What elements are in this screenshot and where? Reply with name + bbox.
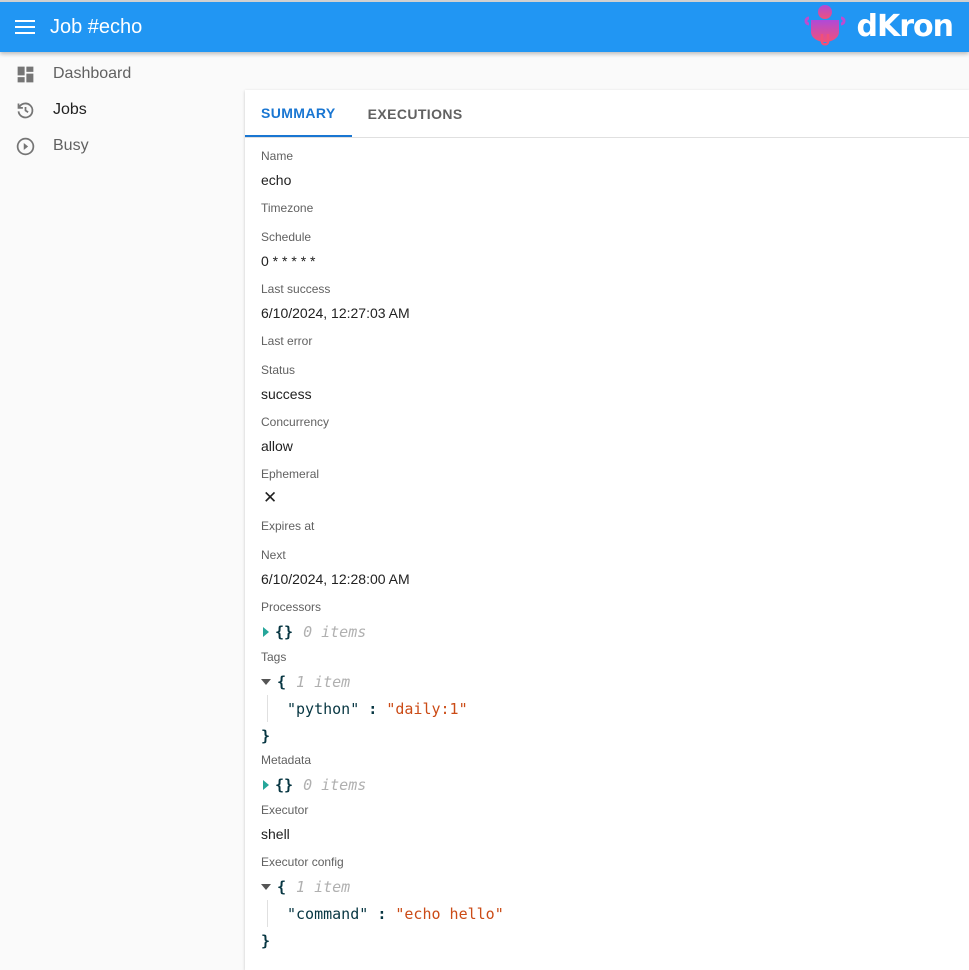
expand-icon[interactable] <box>263 626 269 637</box>
processors-json[interactable]: {} 0 items <box>261 618 953 645</box>
sidebar: Dashboard Jobs Busy <box>0 56 240 164</box>
sidebar-item-dashboard[interactable]: Dashboard <box>0 56 240 92</box>
summary-content: Name echo Timezone Schedule 0 * * * * * La… <box>245 138 969 954</box>
sidebar-item-label: Busy <box>53 137 89 154</box>
processors-label: Processors <box>261 600 322 614</box>
app-bar: Job #echo dKron <box>0 0 969 52</box>
status-value: success <box>261 386 312 402</box>
tab-bar: SUMMARY EXECUTIONS <box>245 90 969 138</box>
next-value: 6/10/2024, 12:28:00 AM <box>261 571 410 587</box>
executor-value: shell <box>261 826 290 842</box>
close-icon: ✕ <box>263 488 278 507</box>
timezone-label: Timezone <box>261 201 314 215</box>
last-success-label: Last success <box>261 282 331 296</box>
last-success-value: 6/10/2024, 12:27:03 AM <box>261 305 410 321</box>
tab-executions[interactable]: EXECUTIONS <box>352 90 479 137</box>
last-error-label: Last error <box>261 334 313 348</box>
schedule-value: 0 * * * * * <box>261 253 316 269</box>
history-icon <box>17 102 34 118</box>
expires-at-label: Expires at <box>261 519 315 533</box>
page-title: Job #echo <box>50 15 143 38</box>
sidebar-item-jobs[interactable]: Jobs <box>0 92 240 128</box>
executor-config-label: Executor config <box>261 855 344 869</box>
schedule-label: Schedule <box>261 230 312 244</box>
collapse-icon[interactable] <box>261 883 271 890</box>
tags-label: Tags <box>261 650 287 664</box>
collapse-icon[interactable] <box>261 678 271 685</box>
tab-summary[interactable]: SUMMARY <box>245 90 352 137</box>
ephemeral-label: Ephemeral <box>261 467 320 481</box>
metadata-label: Metadata <box>261 753 312 767</box>
name-label: Name <box>261 149 294 163</box>
sidebar-item-busy[interactable]: Busy <box>0 128 240 164</box>
sidebar-item-label: Dashboard <box>53 65 132 82</box>
play-circle-icon <box>16 137 35 155</box>
metadata-json[interactable]: {} 0 items <box>261 771 953 798</box>
next-label: Next <box>261 548 286 562</box>
dkron-logo: dKron <box>803 4 954 48</box>
concurrency-value: allow <box>261 438 293 454</box>
concurrency-label: Concurrency <box>261 415 330 429</box>
menu-icon[interactable] <box>15 20 35 34</box>
expand-icon[interactable] <box>263 779 269 790</box>
executor-label: Executor <box>261 803 309 817</box>
dashboard-icon <box>17 66 34 82</box>
sidebar-item-label: Jobs <box>53 101 87 118</box>
dkron-mascot-icon <box>804 5 845 46</box>
job-detail-card: SUMMARY EXECUTIONS Name echo Timezone Sch… <box>245 90 969 970</box>
status-label: Status <box>261 363 296 377</box>
name-value: echo <box>261 172 292 188</box>
executor-config-json: {1 item "command" : "echo hello" } <box>261 873 953 954</box>
tags-json: {1 item "python" : "daily:1" } <box>261 668 953 749</box>
